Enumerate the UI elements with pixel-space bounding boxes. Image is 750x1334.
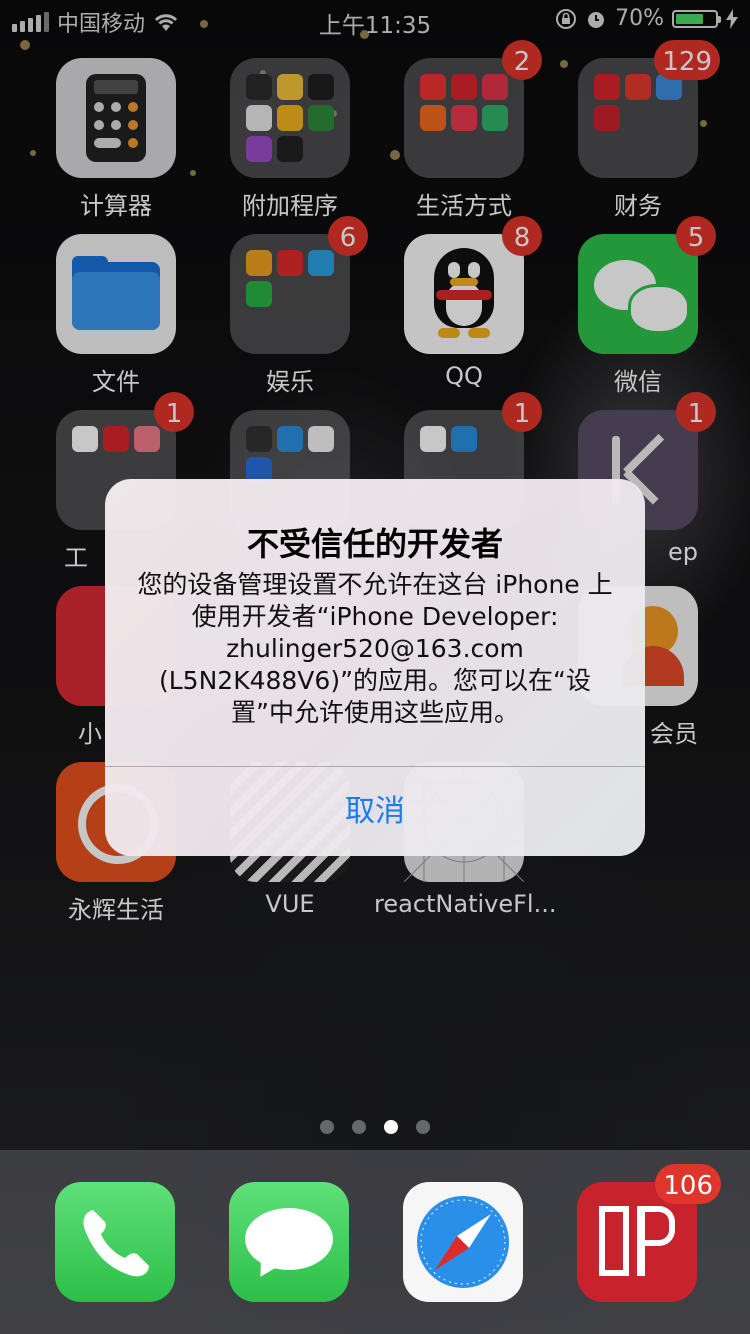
dock-safari[interactable]	[403, 1182, 523, 1302]
dock-messages[interactable]	[229, 1182, 349, 1302]
alert-message: 您的设备管理设置不允许在这台 iPhone 上使用开发者“iPhone Deve…	[137, 570, 613, 727]
messages-icon	[229, 1182, 349, 1302]
compass-icon	[403, 1182, 523, 1302]
page-dot[interactable]	[320, 1120, 334, 1134]
phone-icon	[55, 1182, 175, 1302]
page-dot[interactable]	[416, 1120, 430, 1134]
dock: 106	[0, 1150, 750, 1334]
dock-phone[interactable]	[55, 1182, 175, 1302]
dock-mail[interactable]: 106	[577, 1164, 721, 1302]
page-dot[interactable]	[384, 1120, 398, 1134]
notification-badge: 106	[655, 1164, 721, 1204]
page-dot[interactable]	[352, 1120, 366, 1134]
page-indicator[interactable]	[0, 1120, 750, 1134]
alert-title: 不受信任的开发者	[246, 525, 503, 563]
untrusted-developer-alert: 不受信任的开发者 您的设备管理设置不允许在这台 iPhone 上使用开发者“iP…	[105, 479, 645, 856]
cancel-button[interactable]: 取消	[105, 767, 645, 856]
